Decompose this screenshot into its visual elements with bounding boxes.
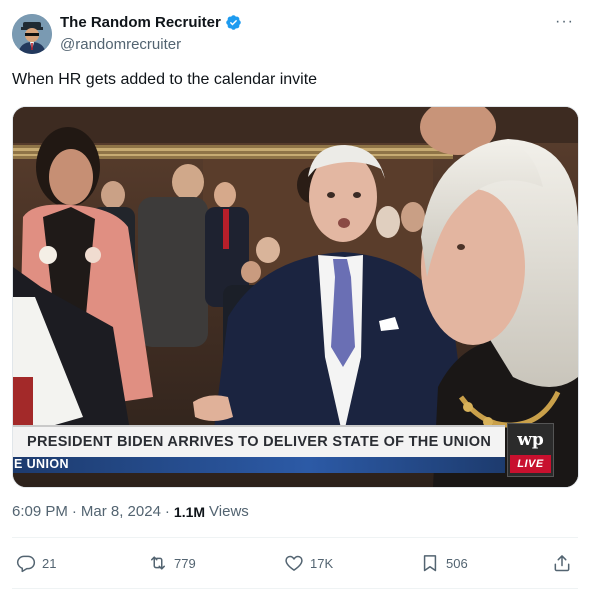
reply-button[interactable]: 21 (16, 547, 56, 579)
repost-icon (151, 556, 165, 570)
author-handle[interactable]: @randomrecruiter (60, 36, 181, 53)
like-button[interactable]: 17K (284, 547, 333, 579)
author-display-name[interactable]: The Random Recruiter (60, 14, 221, 31)
wp-logo-icon: wp (517, 430, 544, 450)
like-count: 17K (310, 555, 334, 571)
meta-separator: · (71, 503, 77, 520)
divider-top (12, 537, 578, 538)
bookmark-count: 506 (446, 555, 468, 571)
author-name-row: The Random Recruiter (60, 14, 242, 31)
reply-count: 21 (42, 555, 57, 571)
live-badge: LIVE (510, 455, 551, 473)
more-options-icon[interactable]: ··· (555, 13, 574, 31)
bookmark-button[interactable]: 506 (420, 547, 468, 579)
tweet-date[interactable]: Mar 8, 2024 (81, 503, 161, 520)
views-count[interactable]: 1.1M (174, 504, 205, 520)
tweet-media-video[interactable]: PRESIDENT BIDEN ARRIVES TO DELIVER STATE… (12, 106, 579, 488)
avatar-image (12, 14, 52, 54)
share-button[interactable] (552, 547, 572, 579)
meta-separator: · (164, 503, 170, 520)
chyron-headline: PRESIDENT BIDEN ARRIVES TO DELIVER STATE… (27, 434, 492, 450)
views-label: Views (209, 503, 249, 520)
action-bar: 21 779 17K 506 (0, 547, 592, 579)
bookmark-icon (423, 555, 437, 572)
tweet-text: When HR gets added to the calendar invit… (12, 71, 318, 88)
tweet-time[interactable]: 6:09 PM (12, 503, 68, 520)
broadcaster-logo-box: wp LIVE (507, 423, 554, 477)
tweet-card: The Random Recruiter @randomrecruiter ··… (0, 0, 592, 596)
chyron-ticker: E UNION (13, 457, 505, 473)
repost-button[interactable]: 779 (148, 547, 196, 579)
reply-icon (16, 555, 36, 573)
news-chyron: PRESIDENT BIDEN ARRIVES TO DELIVER STATE… (13, 425, 505, 457)
verified-badge-icon (225, 14, 242, 31)
divider-bottom (12, 588, 578, 589)
repost-count: 779 (174, 555, 196, 571)
chyron-ticker-text: E UNION (14, 457, 69, 471)
author-avatar[interactable] (12, 14, 52, 54)
heart-icon (285, 555, 303, 571)
share-icon (554, 555, 570, 572)
tweet-meta: 6:09 PM · Mar 8, 2024 · 1.1M Views (12, 503, 249, 520)
